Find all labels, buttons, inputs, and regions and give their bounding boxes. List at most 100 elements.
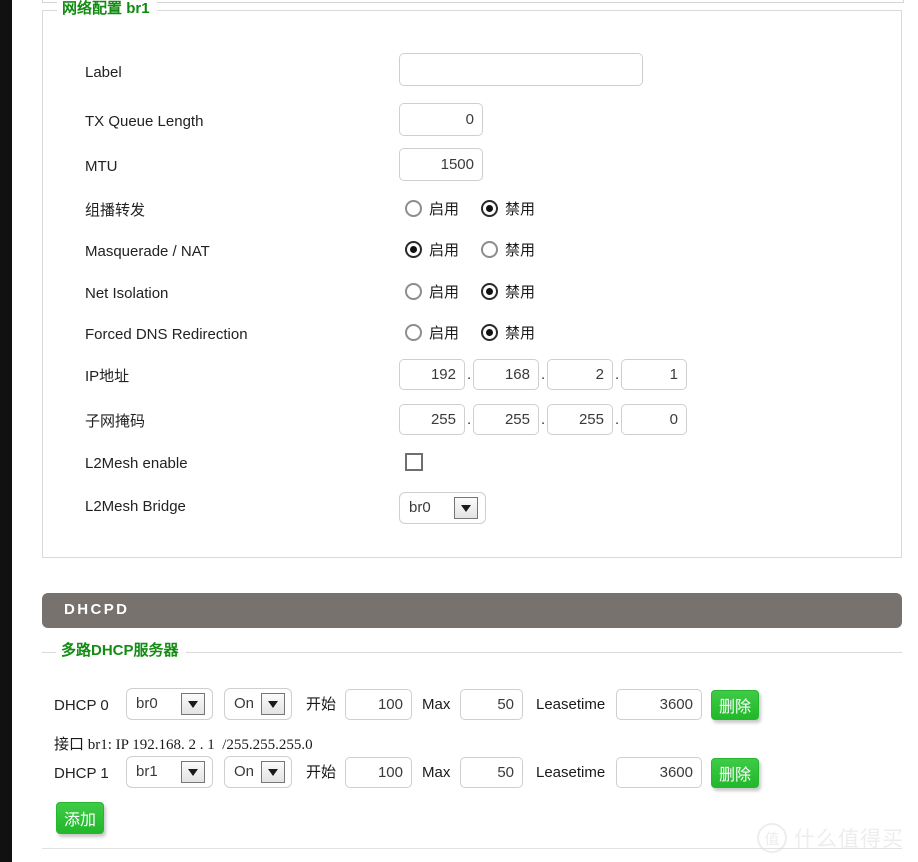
dhcp-row-0-start-input[interactable] xyxy=(345,689,412,720)
row-subnet-mask: 子网掩码 . . . xyxy=(43,404,901,436)
row-l2mesh-enable: L2Mesh enable xyxy=(43,453,901,485)
forced-dns-redirection-enable-radio[interactable] xyxy=(405,324,422,341)
dhcp-row-0-max-input[interactable] xyxy=(460,689,523,720)
multicast-forward-disable-text: 禁用 xyxy=(505,201,536,218)
subnet-mask-separator-2: . xyxy=(541,411,546,428)
dhcp-row-1-interface-select[interactable]: br1 xyxy=(126,756,213,788)
dhcp-row-1-leasetime-input[interactable] xyxy=(616,757,702,788)
l2mesh-enable-label: L2Mesh enable xyxy=(85,455,188,472)
dhcp-row-1-leasetime-label: Leasetime xyxy=(536,764,606,781)
ip-address-octet-1[interactable] xyxy=(399,359,465,390)
row-forced-dns-redirection: Forced DNS Redirection 启用 禁用 xyxy=(43,322,901,354)
subnet-mask-octet-2[interactable] xyxy=(473,404,539,435)
add-dhcp-button[interactable]: 添加 xyxy=(56,802,104,834)
ip-address-octet-2[interactable] xyxy=(473,359,539,390)
l2mesh-enable-checkbox[interactable] xyxy=(405,453,423,471)
l2mesh-bridge-select-value: br0 xyxy=(409,499,431,516)
network-config-legend-text: 网络配置 xyxy=(62,0,123,17)
dhcp-row-0-delete-button[interactable]: 删除 xyxy=(711,690,759,720)
network-config-legend-interface: br1 xyxy=(126,0,150,17)
ip-address-octet-4[interactable] xyxy=(621,359,687,390)
net-isolation-disable-text: 禁用 xyxy=(505,284,536,301)
subnet-mask-separator-3: . xyxy=(615,411,620,428)
dhcp-row-0-leasetime-input[interactable] xyxy=(616,689,702,720)
tx-queue-length-input[interactable] xyxy=(399,103,483,136)
subnet-mask-octet-4[interactable] xyxy=(621,404,687,435)
row-net-isolation: Net Isolation 启用 禁用 xyxy=(43,281,901,313)
dhcpd-section-bar: DHCPD xyxy=(42,593,902,628)
dhcp-row-0-leasetime-label: Leasetime xyxy=(536,696,606,713)
dhcp-row-1-state-select[interactable]: On xyxy=(224,756,292,788)
subnet-mask-separator-1: . xyxy=(467,411,472,428)
page-left-gutter xyxy=(0,0,12,862)
tx-queue-length-label: TX Queue Length xyxy=(85,113,204,130)
multicast-forward-enable-text: 启用 xyxy=(429,201,460,218)
dhcp-row-1-start-input[interactable] xyxy=(345,757,412,788)
ip-address-octet-3[interactable] xyxy=(547,359,613,390)
dhcp-servers-legend: 多路DHCP服务器 xyxy=(56,642,186,660)
ip-address-separator-3: . xyxy=(615,366,620,383)
masquerade-nat-enable-radio[interactable] xyxy=(405,241,422,258)
forced-dns-redirection-enable-text: 启用 xyxy=(429,325,460,342)
row-ip-address: IP地址 . . . xyxy=(43,359,901,391)
mtu-label: MTU xyxy=(85,158,118,175)
chevron-down-icon xyxy=(261,761,285,783)
masquerade-nat-label: Masquerade / NAT xyxy=(85,243,210,260)
subnet-mask-octet-1[interactable] xyxy=(399,404,465,435)
section-bottom-divider xyxy=(42,848,902,849)
dhcp-row-0-interface-value: br0 xyxy=(136,695,158,712)
masquerade-nat-disable-radio[interactable] xyxy=(481,241,498,258)
dhcp-row-0-state-value: On xyxy=(234,695,255,712)
net-isolation-enable-text: 启用 xyxy=(429,284,460,301)
row-masquerade-nat: Masquerade / NAT 启用 禁用 xyxy=(43,239,901,271)
masquerade-nat-disable-text: 禁用 xyxy=(505,242,536,259)
row-multicast-forward: 组播转发 启用 禁用 xyxy=(43,198,901,230)
dhcp-row-1-delete-button[interactable]: 删除 xyxy=(711,758,759,788)
multicast-forward-label: 组播转发 xyxy=(85,202,146,219)
network-config-fieldset: 网络配置 br1 Label TX Queue Length MTU 组播转发 … xyxy=(42,0,902,558)
multicast-forward-enable-radio[interactable] xyxy=(405,200,422,217)
ip-address-separator-2: . xyxy=(541,366,546,383)
dhcpd-section-title: DHCPD xyxy=(64,601,130,618)
dhcp-row-1-state-value: On xyxy=(234,763,255,780)
dhcp-row-1-max-input[interactable] xyxy=(460,757,523,788)
row-tx-queue-length: TX Queue Length xyxy=(43,103,901,136)
row-l2mesh-bridge: L2Mesh Bridge br0 xyxy=(43,492,901,524)
page-content: 网络配置 br1 Label TX Queue Length MTU 组播转发 … xyxy=(12,0,918,862)
l2mesh-bridge-select[interactable]: br0 xyxy=(399,492,486,524)
chevron-down-icon xyxy=(181,693,205,715)
chevron-down-icon xyxy=(454,497,478,519)
forced-dns-redirection-label: Forced DNS Redirection xyxy=(85,326,248,343)
dhcp-row-0-interface-select[interactable]: br0 xyxy=(126,688,213,720)
chevron-down-icon xyxy=(261,693,285,715)
row-label: Label xyxy=(43,53,901,86)
net-isolation-disable-radio[interactable] xyxy=(481,283,498,300)
masquerade-nat-enable-text: 启用 xyxy=(429,242,460,259)
dhcp-interface-info: 接口 br1: IP 192.168. 2 . 1 /255.255.255.0 xyxy=(54,737,313,753)
network-config-legend: 网络配置 br1 xyxy=(57,0,157,18)
net-isolation-enable-radio[interactable] xyxy=(405,283,422,300)
dhcp-row-1: DHCP 1 br1 On 开始 Max Leasetime 删除 xyxy=(12,756,918,792)
l2mesh-bridge-label: L2Mesh Bridge xyxy=(85,498,186,515)
dhcp-row-1-name: DHCP 1 xyxy=(54,765,109,782)
mtu-input[interactable] xyxy=(399,148,483,181)
subnet-mask-octet-3[interactable] xyxy=(547,404,613,435)
dhcp-row-0: DHCP 0 br0 On 开始 Max Leasetime 删除 xyxy=(12,688,918,724)
multicast-forward-disable-radio[interactable] xyxy=(481,200,498,217)
ip-address-separator-1: . xyxy=(467,366,472,383)
subnet-mask-label: 子网掩码 xyxy=(85,413,146,430)
label-field-label: Label xyxy=(85,64,122,81)
dhcp-row-1-max-label: Max xyxy=(422,764,451,781)
net-isolation-label: Net Isolation xyxy=(85,285,169,302)
dhcp-row-0-max-label: Max xyxy=(422,696,451,713)
dhcp-row-1-start-label: 开始 xyxy=(306,764,337,781)
forced-dns-redirection-disable-radio[interactable] xyxy=(481,324,498,341)
dhcp-row-0-state-select[interactable]: On xyxy=(224,688,292,720)
dhcp-row-1-interface-value: br1 xyxy=(136,763,158,780)
previous-section-bottom-edge xyxy=(42,0,904,3)
dhcp-row-0-start-label: 开始 xyxy=(306,696,337,713)
forced-dns-redirection-disable-text: 禁用 xyxy=(505,325,536,342)
ip-address-label: IP地址 xyxy=(85,368,130,385)
dhcp-row-0-name: DHCP 0 xyxy=(54,697,109,714)
label-input[interactable] xyxy=(399,53,643,86)
